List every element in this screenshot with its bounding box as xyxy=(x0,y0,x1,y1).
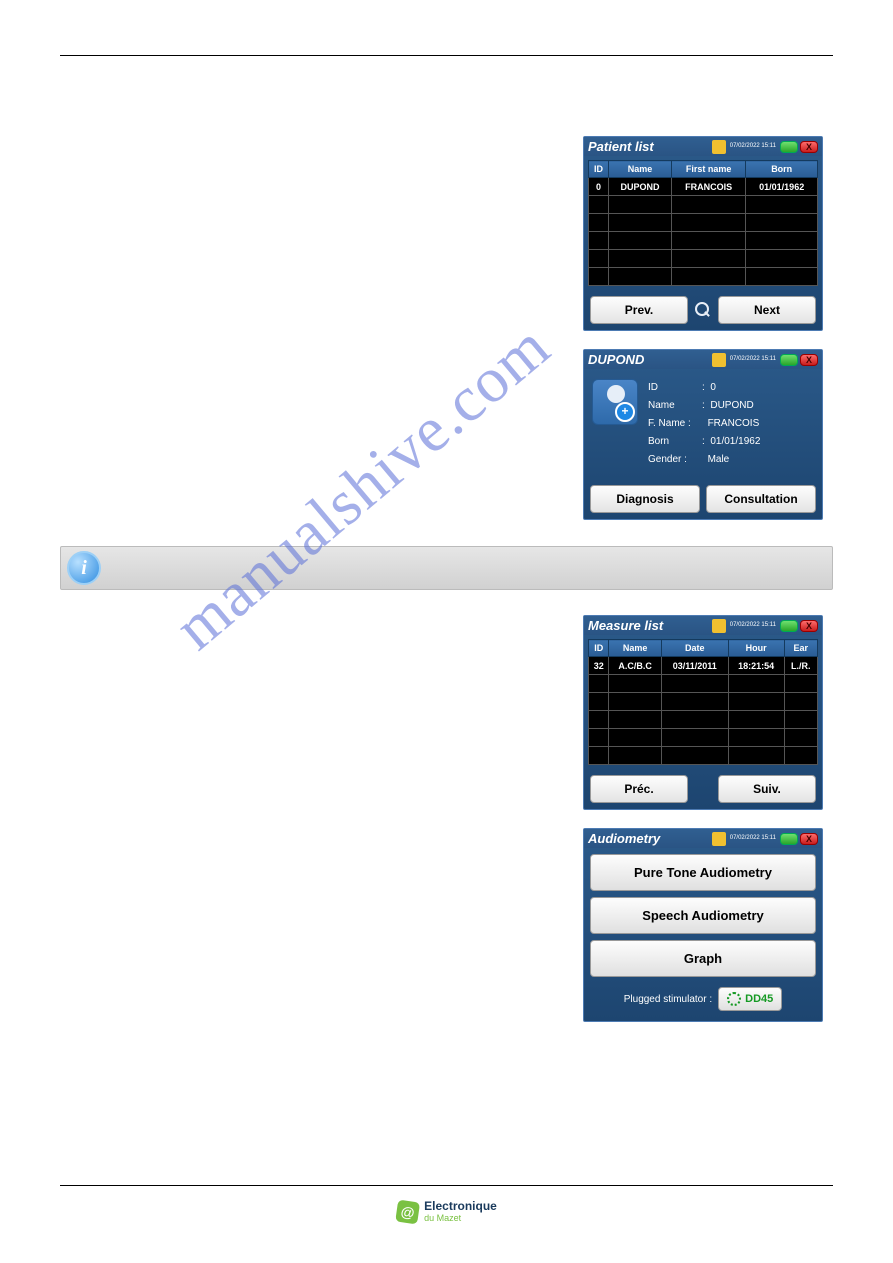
graph-button[interactable]: Graph xyxy=(590,940,816,977)
col-born: Born xyxy=(746,161,818,178)
prev-button[interactable]: Prev. xyxy=(590,296,688,324)
col-ear: Ear xyxy=(784,640,817,657)
table-row[interactable] xyxy=(589,693,818,711)
col-id: ID xyxy=(589,161,609,178)
audiometry-panel: Audiometry 07/02/2022 15:11 X Pure Tone … xyxy=(583,828,823,1022)
col-name: Name xyxy=(609,640,661,657)
prev-button[interactable]: Préc. xyxy=(590,775,688,803)
table-row[interactable]: 0 DUPOND FRANCOIS 01/01/1962 xyxy=(589,178,818,196)
col-firstname: First name xyxy=(671,161,745,178)
table-row[interactable] xyxy=(589,747,818,765)
add-patient-icon[interactable] xyxy=(592,379,638,425)
status-led-green-icon xyxy=(780,354,798,366)
next-button[interactable]: Next xyxy=(718,296,816,324)
panel-header: Patient list 07/02/2022 15:11 X xyxy=(584,137,822,156)
info-callout: i xyxy=(60,546,833,590)
table-row[interactable] xyxy=(589,268,818,286)
bottom-rule xyxy=(60,1185,833,1186)
stimulator-icon xyxy=(727,992,741,1006)
info-icon: i xyxy=(67,551,101,585)
plugged-stimulator-label: Plugged stimulator : xyxy=(624,994,712,1005)
close-icon[interactable]: X xyxy=(800,833,818,845)
speech-audiometry-button[interactable]: Speech Audiometry xyxy=(590,897,816,934)
footer-logo: @ Electronique du Mazet xyxy=(396,1200,497,1224)
close-icon[interactable]: X xyxy=(800,620,818,632)
top-rule xyxy=(60,55,833,56)
patient-list-title: Patient list xyxy=(588,139,654,154)
sd-card-icon xyxy=(712,353,726,367)
measure-list-title: Measure list xyxy=(588,618,663,633)
audiometry-title: Audiometry xyxy=(588,831,660,846)
table-row[interactable] xyxy=(589,729,818,747)
measure-list-table: ID Name Date Hour Ear 32 A.C/B.C 03/11/2… xyxy=(588,639,818,765)
table-row[interactable] xyxy=(589,711,818,729)
header-time: 07/02/2022 15:11 xyxy=(728,356,778,363)
sd-card-icon xyxy=(712,832,726,846)
status-led-green-icon xyxy=(780,141,798,153)
patient-detail-title: DUPOND xyxy=(588,352,644,367)
table-row[interactable] xyxy=(589,250,818,268)
search-icon[interactable] xyxy=(694,301,712,319)
patient-detail-panel: DUPOND 07/02/2022 15:11 X ID: 0 Name: DU… xyxy=(583,349,823,520)
status-led-green-icon xyxy=(780,620,798,632)
col-name: Name xyxy=(609,161,672,178)
status-led-green-icon xyxy=(780,833,798,845)
patient-list-panel: Patient list 07/02/2022 15:11 X ID Name … xyxy=(583,136,823,331)
plugged-stimulator-value[interactable]: DD45 xyxy=(718,987,782,1011)
table-row[interactable] xyxy=(589,232,818,250)
diagnosis-button[interactable]: Diagnosis xyxy=(590,485,700,513)
logo-mark-icon: @ xyxy=(395,1200,420,1225)
header-time: 07/02/2022 15:11 xyxy=(728,835,778,842)
col-hour: Hour xyxy=(728,640,784,657)
table-row[interactable] xyxy=(589,675,818,693)
header-time: 07/02/2022 15:11 xyxy=(728,622,778,629)
sd-card-icon xyxy=(712,619,726,633)
table-row[interactable] xyxy=(589,214,818,232)
header-time: 07/02/2022 15:11 xyxy=(728,143,778,150)
consultation-button[interactable]: Consultation xyxy=(706,485,816,513)
patient-detail-fields: ID: 0 Name: DUPOND F. Name : FRANCOIS Bo… xyxy=(648,379,760,469)
measure-list-panel: Measure list 07/02/2022 15:11 X ID Name … xyxy=(583,615,823,810)
sd-card-icon xyxy=(712,140,726,154)
logo-text: Electronique du Mazet xyxy=(424,1200,497,1224)
next-button[interactable]: Suiv. xyxy=(718,775,816,803)
patient-list-table: ID Name First name Born 0 DUPOND FRANCOI… xyxy=(588,160,818,286)
table-row[interactable]: 32 A.C/B.C 03/11/2011 18:21:54 L./R. xyxy=(589,657,818,675)
col-date: Date xyxy=(661,640,728,657)
close-icon[interactable]: X xyxy=(800,141,818,153)
pure-tone-button[interactable]: Pure Tone Audiometry xyxy=(590,854,816,891)
col-id: ID xyxy=(589,640,609,657)
close-icon[interactable]: X xyxy=(800,354,818,366)
table-row[interactable] xyxy=(589,196,818,214)
